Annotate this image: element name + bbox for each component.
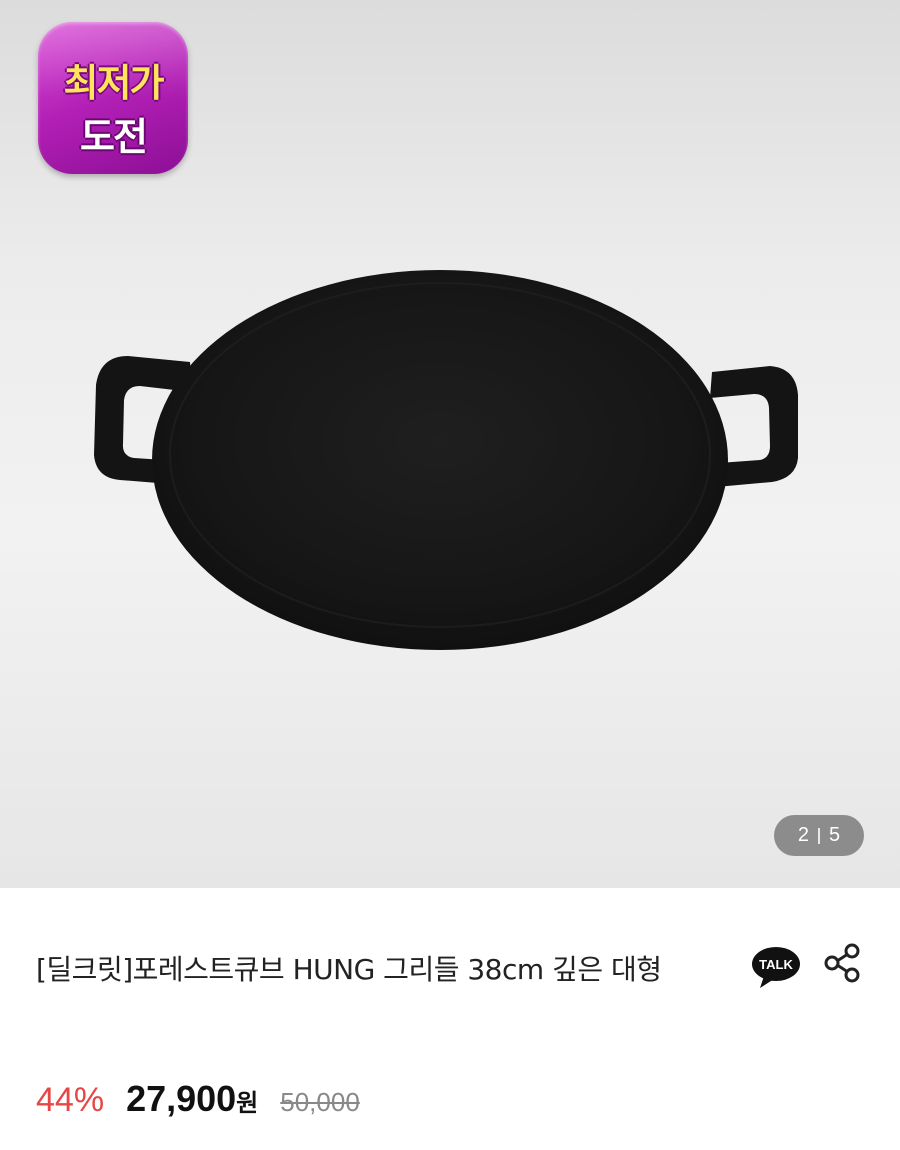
price-row: 44% 27,900 원 50,000	[36, 1078, 360, 1122]
product-info: [딜크릿]포레스트큐브 HUNG 그리들 38cm 깊은 대형 TALK 44%…	[0, 888, 900, 1150]
talk-bubble-icon: TALK	[752, 947, 800, 988]
share-icon	[824, 943, 860, 983]
image-counter-current: 2	[797, 824, 809, 846]
image-counter: 2 5	[774, 815, 864, 856]
product-image-gallery[interactable]: 최저가 도전 2 5	[0, 0, 900, 888]
discount-rate: 44%	[36, 1081, 105, 1119]
pan-body	[152, 270, 728, 650]
talk-label: TALK	[759, 957, 793, 972]
counter-separator	[818, 827, 820, 844]
product-page: 최저가 도전 2 5 [딜크릿]포레스트큐브 HUNG 그리들 38cm 깊은 …	[0, 0, 900, 1150]
original-price: 50,000	[280, 1087, 360, 1117]
product-title: [딜크릿]포레스트큐브 HUNG 그리들 38cm 깊은 대형	[36, 953, 662, 986]
badge-line-2: 도전	[80, 115, 148, 159]
currency-unit: 원	[236, 1089, 259, 1117]
sale-price: 27,900	[126, 1078, 237, 1119]
share-button[interactable]	[820, 940, 866, 986]
badge-line-1: 최저가	[63, 61, 165, 105]
lowest-price-badge: 최저가 도전	[38, 22, 188, 174]
kakao-talk-button[interactable]: TALK	[750, 942, 802, 994]
image-counter-total: 5	[829, 824, 841, 846]
